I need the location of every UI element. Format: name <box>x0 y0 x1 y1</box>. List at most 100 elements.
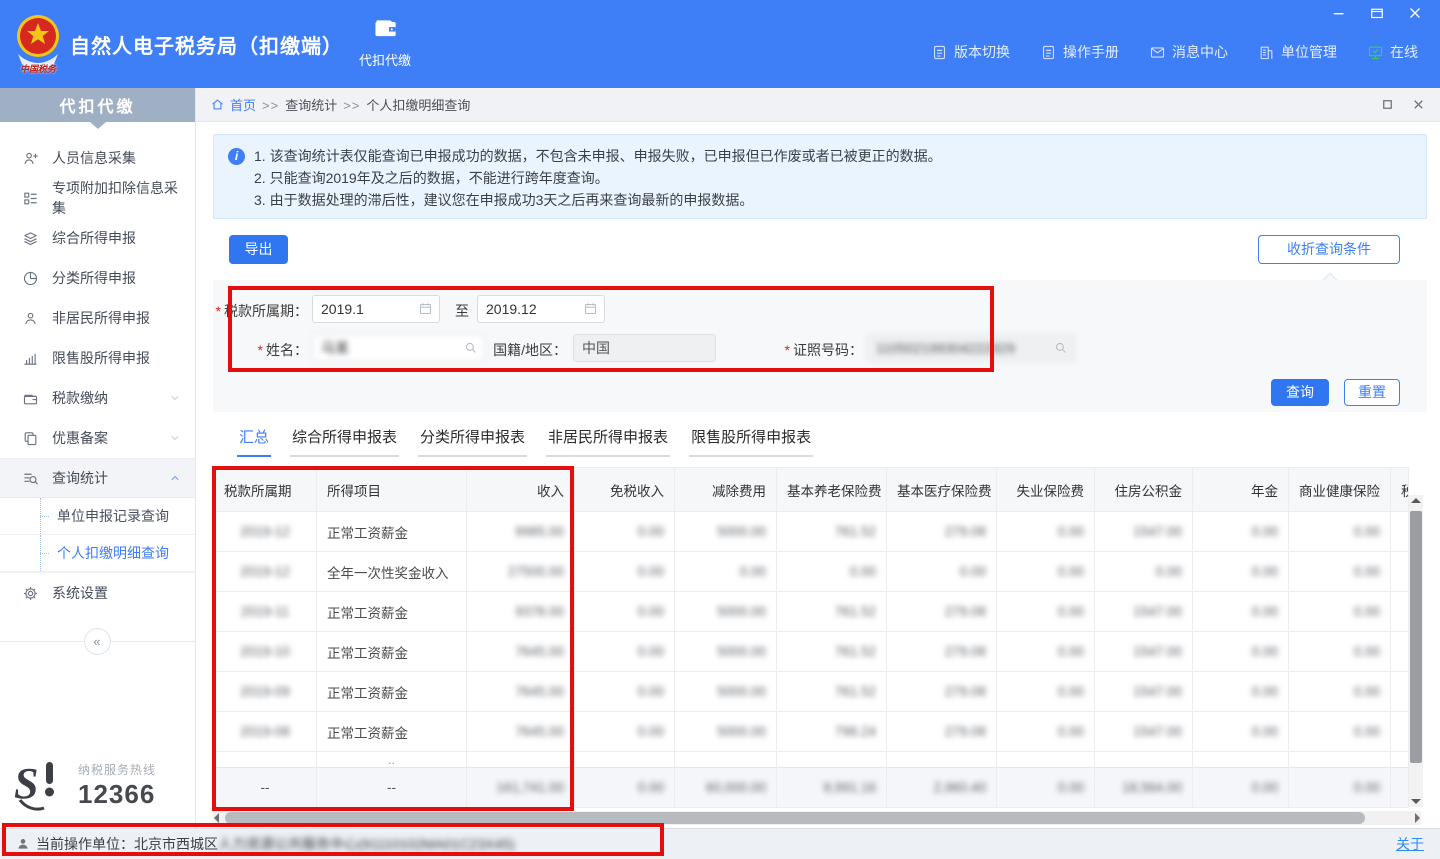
redacted-value: 5000.00 <box>717 684 766 699</box>
calendar-icon[interactable] <box>583 301 598 316</box>
table-row[interactable]: 2019-08正常工资薪金7645.000.005000.00798.24279… <box>214 712 1409 752</box>
header-menu-version-switch[interactable]: 版本切换 <box>931 42 1010 62</box>
horizontal-scrollbar[interactable] <box>213 811 1421 825</box>
minimize-icon[interactable] <box>1330 4 1348 22</box>
sidebar-item-tax-payment[interactable]: 税款缴纳 <box>0 378 195 418</box>
sidebar-subitem-personal-withholding-detail-query[interactable]: 个人扣缴明细查询 <box>0 535 195 572</box>
sidebar-item-comprehensive-income-declaration[interactable]: 综合所得申报 <box>0 218 195 258</box>
table-row[interactable]: 2019-12全年一次性奖金收入27500.000.000.000.000.00… <box>214 552 1409 592</box>
sidebar-title: 代扣代缴 <box>0 88 195 122</box>
horizontal-scroll-thumb[interactable] <box>225 812 1365 824</box>
scroll-left-arrow-icon[interactable] <box>214 813 219 823</box>
vertical-scroll-thumb[interactable] <box>1410 511 1422 763</box>
header-menu-online-status[interactable]: 在线 <box>1367 42 1418 62</box>
name-label: 姓名： <box>213 340 308 360</box>
sidebar-item-query-statistics[interactable]: 查询统计 <box>0 458 195 498</box>
redacted-value: 1547.00 <box>1133 724 1182 739</box>
table-cell: 0.00 <box>997 632 1095 672</box>
table-header-cell: 基本医疗保险费 <box>887 468 997 512</box>
scroll-up-arrow-icon[interactable] <box>1411 498 1421 503</box>
calendar-icon[interactable] <box>418 301 433 316</box>
redacted-value: 0.00 <box>1156 564 1182 579</box>
header-menu-unit-management[interactable]: 单位管理 <box>1258 42 1337 62</box>
tab-classified-income[interactable]: 分类所得申报表 <box>418 426 527 457</box>
sidebar-item-special-deduction-collection[interactable]: 专项附加扣除信息采集 <box>0 178 195 218</box>
tab-comprehensive-income[interactable]: 综合所得申报表 <box>290 426 399 457</box>
module-tab-withholding[interactable]: 代扣代缴 <box>350 13 420 69</box>
redacted-value: 2,960.40 <box>933 780 986 795</box>
collapse-filters-button[interactable]: 收折查询条件 <box>1258 235 1400 264</box>
person-icon <box>22 310 39 327</box>
about-link[interactable]: 关于 <box>1396 834 1424 854</box>
table-row[interactable]: 2019-12正常工资薪金9985.000.005000.00761.52279… <box>214 512 1409 552</box>
scroll-down-arrow-icon[interactable] <box>1411 799 1421 804</box>
tab-summary[interactable]: 汇总 <box>237 426 271 457</box>
panel-controls <box>1380 97 1426 112</box>
header-menu-label: 版本切换 <box>954 42 1010 62</box>
export-button[interactable]: 导出 <box>229 235 288 264</box>
redacted-value: 161,741.00 <box>496 780 564 795</box>
chevron-down-icon <box>169 432 181 444</box>
redacted-value: 0.00 <box>1058 684 1084 699</box>
wallet-line-icon <box>22 390 39 407</box>
table-cell: 161,741.00 <box>467 768 575 808</box>
table-cell: 60,000.00 <box>675 768 777 808</box>
close-icon[interactable] <box>1406 4 1424 22</box>
id-number-label: 证照号码： <box>773 340 863 360</box>
table-header-cell: 住房公积金 <box>1095 468 1193 512</box>
redacted-value: 0.00 <box>638 724 664 739</box>
svg-text:S: S <box>14 759 38 808</box>
tab-restricted-shares[interactable]: 限售股所得申报表 <box>689 426 813 457</box>
table-summary-row[interactable]: ----161,741.000.0060,000.008,991.162,960… <box>214 768 1409 808</box>
table-ellipsis-row[interactable]: .. <box>214 752 1409 768</box>
redacted-value: 0.00 <box>1354 724 1380 739</box>
sidebar-item-nonresident-income-declaration[interactable]: 非居民所得申报 <box>0 298 195 338</box>
table-cell: 2019-08 <box>214 712 317 752</box>
name-input[interactable] <box>312 334 485 362</box>
id-number-input[interactable] <box>867 334 1075 362</box>
sidebar-item-person-info-collection[interactable]: 人员信息采集 <box>0 138 195 178</box>
redacted-value: 2019-12 <box>240 564 290 579</box>
header-menu-operation-manual[interactable]: 操作手册 <box>1040 42 1119 62</box>
table-cell: 0.00 <box>1193 768 1289 808</box>
panel-close-icon[interactable] <box>1411 97 1426 112</box>
header-menu-message-center[interactable]: 消息中心 <box>1149 42 1228 62</box>
redacted-value: 0.00 <box>1252 524 1278 539</box>
sidebar-item-label: 税款缴纳 <box>52 388 108 408</box>
sidebar-item-restricted-shares-declaration[interactable]: 限售股所得申报 <box>0 338 195 378</box>
scroll-right-arrow-icon[interactable] <box>1415 813 1420 823</box>
tab-nonresident-income[interactable]: 非居民所得申报表 <box>546 426 670 457</box>
redacted-value: 279.08 <box>945 724 986 739</box>
redacted-value: 0.00 <box>638 780 664 795</box>
table-cell: 9985.00 <box>467 512 575 552</box>
nationality-input[interactable] <box>573 334 716 362</box>
redacted-value: 0.00 <box>1354 780 1380 795</box>
table-row[interactable]: 2019-09正常工资薪金7645.000.005000.00761.52279… <box>214 672 1409 712</box>
table-cell: 0.00 <box>1289 768 1391 808</box>
redacted-value: 5000.00 <box>717 524 766 539</box>
redacted-value: 761.52 <box>835 684 876 699</box>
sidebar-collapse-button[interactable]: « <box>84 628 111 655</box>
panel-maximize-icon[interactable] <box>1380 97 1395 112</box>
search-icon[interactable] <box>1053 340 1068 355</box>
sidebar-item-system-settings[interactable]: 系统设置 <box>0 573 195 613</box>
table-row[interactable]: 2019-10正常工资薪金7645.000.005000.00761.52279… <box>214 632 1409 672</box>
user-icon <box>16 837 30 851</box>
sidebar-item-classified-income-declaration[interactable]: 分类所得申报 <box>0 258 195 298</box>
building-icon <box>1258 44 1275 61</box>
sidebar-item-preference-filing[interactable]: 优惠备案 <box>0 418 195 458</box>
bar-chart-icon <box>22 350 39 367</box>
breadcrumb-home[interactable]: 首页 <box>210 95 256 114</box>
search-button[interactable]: 查询 <box>1271 379 1329 406</box>
table-cell: 761.52 <box>777 632 887 672</box>
reset-button[interactable]: 重置 <box>1344 379 1400 406</box>
table-cell: 798.24 <box>777 712 887 752</box>
table-row[interactable]: 2019-11正常工资薪金9378.000.005000.00761.52279… <box>214 592 1409 632</box>
table-cell: 9378.00 <box>467 592 575 632</box>
vertical-scrollbar[interactable] <box>1409 495 1423 807</box>
operator-label: 当前操作单位： <box>36 834 134 854</box>
table-cell: 0.00 <box>1095 552 1193 592</box>
table-header-cell: 税款所属期 <box>214 468 317 512</box>
sidebar-subitem-unit-declaration-record-query[interactable]: 单位申报记录查询 <box>0 498 195 535</box>
restore-icon[interactable] <box>1368 4 1386 22</box>
